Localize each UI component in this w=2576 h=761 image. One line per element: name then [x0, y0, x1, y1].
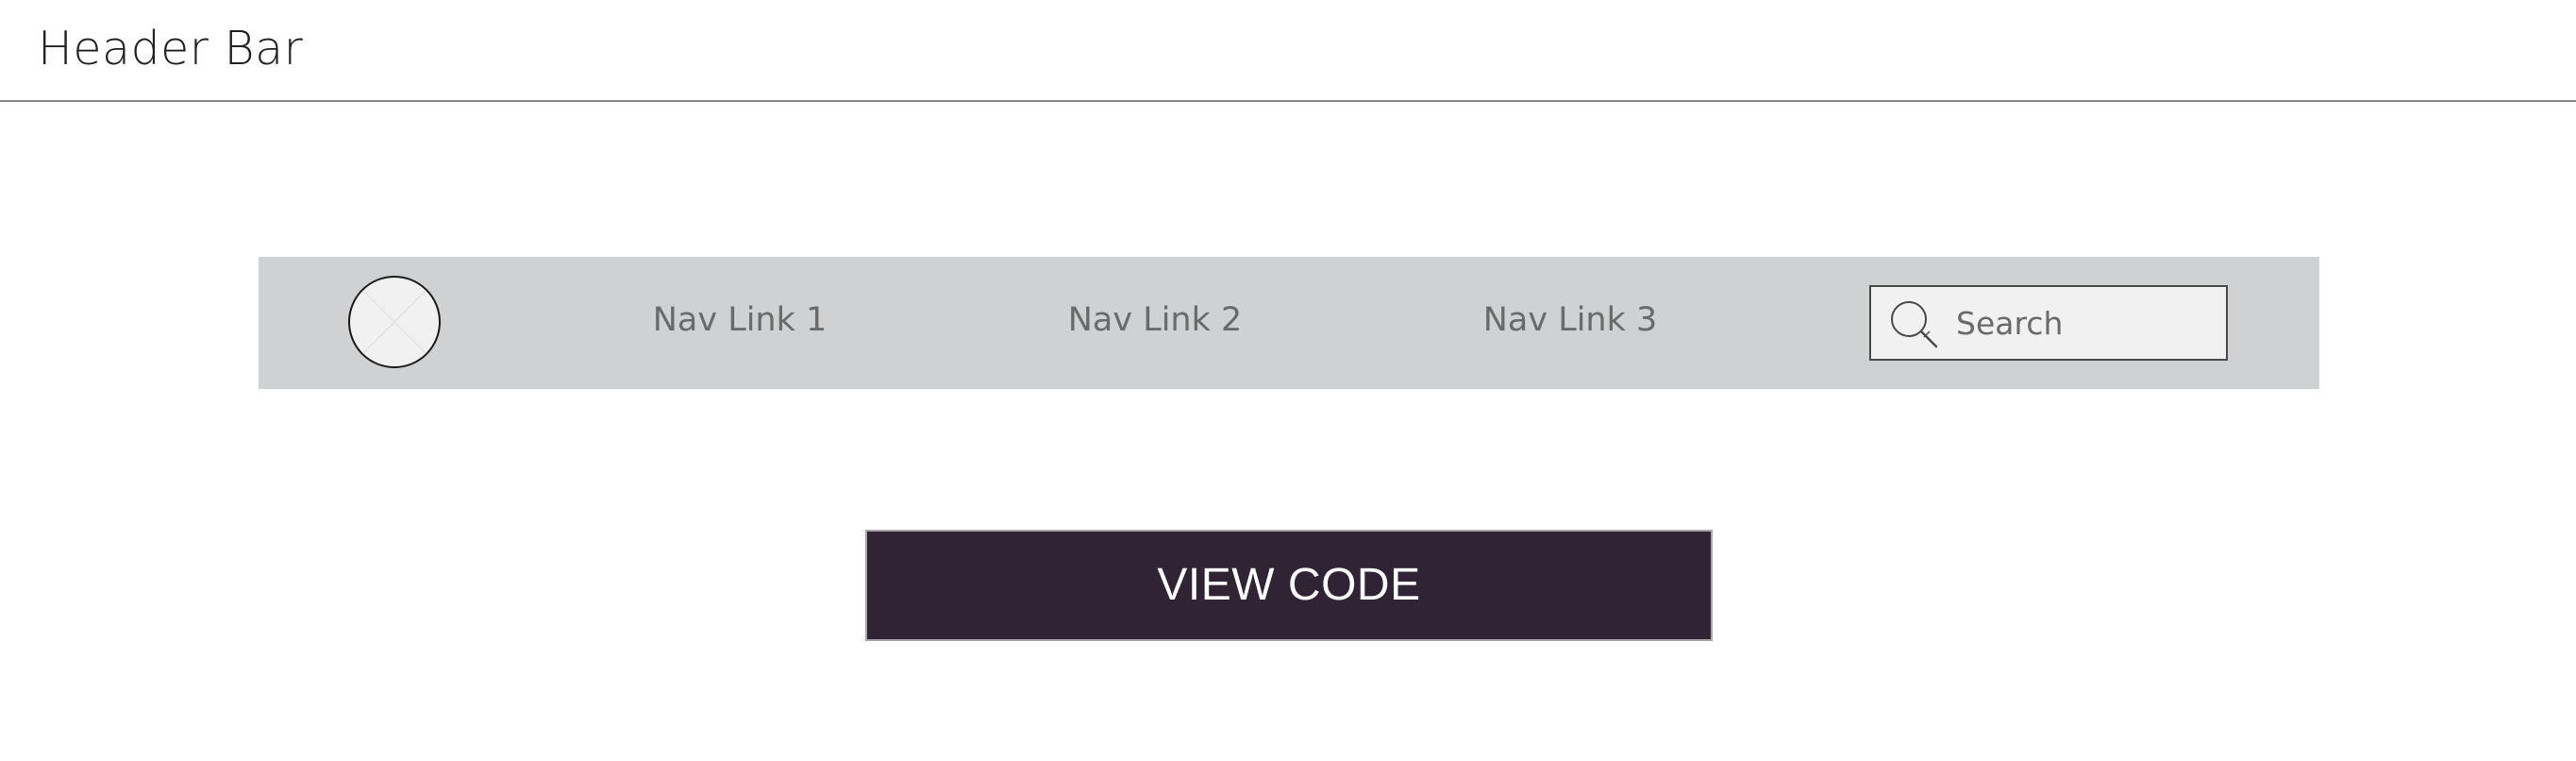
- view-code-label: VIEW CODE: [1157, 560, 1421, 610]
- search-box[interactable]: [1869, 285, 2228, 361]
- image-placeholder-icon: [361, 289, 427, 355]
- nav-link-1[interactable]: Nav Link 1: [653, 299, 828, 341]
- nav-link-3[interactable]: Nav Link 3: [1483, 299, 1658, 341]
- page: Header Bar Nav Link 1 Nav Link 2 Nav Lin…: [0, 0, 2576, 761]
- search-input[interactable]: [1956, 300, 2211, 346]
- page-title: Header Bar: [38, 22, 304, 76]
- nav-bar: Nav Link 1 Nav Link 2 Nav Link 3: [259, 257, 2319, 389]
- nav-link-2[interactable]: Nav Link 2: [1068, 299, 1243, 341]
- view-code-button[interactable]: VIEW CODE: [865, 530, 1713, 641]
- logo-placeholder[interactable]: [348, 276, 441, 368]
- search-icon[interactable]: [1886, 296, 1943, 353]
- header-bar: Header Bar: [0, 0, 2576, 102]
